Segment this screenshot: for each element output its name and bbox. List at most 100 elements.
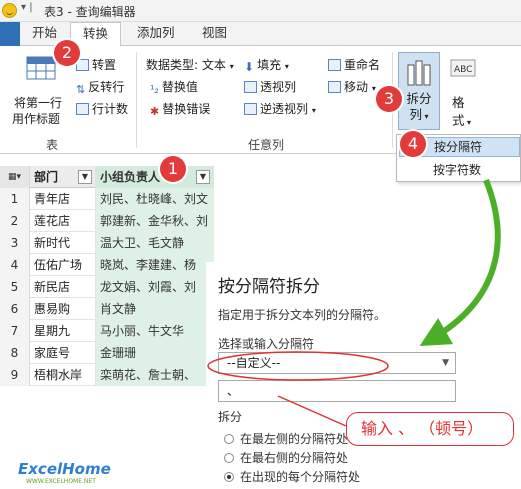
radio-button[interactable] <box>224 434 234 444</box>
table-row[interactable]: 1 青年店 刘民、杜晓峰、刘文 <box>0 188 214 210</box>
cell-dept[interactable]: 惠易购 <box>30 298 96 320</box>
replace-values-icon: ¹₂ <box>150 83 159 96</box>
count-rows-label: 行计数 <box>92 102 129 116</box>
radio-each-label: 在出现的每个分隔符处 <box>240 470 361 484</box>
transpose-button[interactable]: 转置 <box>76 56 116 73</box>
column-filter-icon[interactable]: ▼ <box>196 170 210 184</box>
replace-values-button[interactable]: ¹₂ 替换值 <box>150 78 198 96</box>
fill-icon: ⬇ <box>244 60 255 74</box>
cell-dept[interactable]: 伍佑广场 <box>30 254 96 276</box>
menu-item-by-char-count[interactable]: 按字符数 <box>399 161 520 181</box>
table-header-icon <box>26 56 56 80</box>
cell-members[interactable]: 龙文娟、刘霞、刘 <box>96 276 214 298</box>
dialog-title: 按分隔符拆分 <box>218 277 320 297</box>
quick-access-dropdown[interactable]: ▾ | <box>21 2 33 13</box>
rename-label: 重命名 <box>344 58 381 72</box>
table-row[interactable]: 2 莲花店 郭建新、金华秋、刘 <box>0 210 214 232</box>
cell-dept[interactable]: 莲花店 <box>30 210 96 232</box>
smiley-icon[interactable] <box>2 3 17 18</box>
cell-dept[interactable]: 新时代 <box>30 232 96 254</box>
group-label-any-column: 任意列 <box>248 138 285 152</box>
row-number[interactable]: 5 <box>0 276 30 298</box>
table-row[interactable]: 5 新民店 龙文娟、刘霞、刘 <box>0 276 214 298</box>
radio-leftmost[interactable]: 在最左侧的分隔符处 <box>224 430 348 447</box>
fill-button[interactable]: ⬇ 填充 ▾ <box>244 56 289 74</box>
svg-text:ABC: ABC <box>454 65 472 75</box>
transpose-icon <box>76 59 89 71</box>
row-number[interactable]: 1 <box>0 188 30 210</box>
format-button[interactable]: ABC 格 式 ▾ <box>446 54 480 128</box>
delimiter-select[interactable]: --自定义-- ▼ <box>218 352 456 374</box>
row-number[interactable]: 3 <box>0 232 30 254</box>
cell-members[interactable]: 金珊珊 <box>96 342 214 364</box>
cell-members[interactable]: 刘民、杜晓峰、刘文 <box>96 188 214 210</box>
file-tab[interactable] <box>0 22 20 46</box>
radio-button[interactable] <box>224 453 234 463</box>
reverse-rows-icon: ⇅ <box>76 83 86 96</box>
window-title: 表3 - 查询编辑器 <box>44 5 136 19</box>
cell-members[interactable]: 肖文静 <box>96 298 214 320</box>
cell-dept[interactable]: 新民店 <box>30 276 96 298</box>
chevron-down-icon: ▾ <box>371 84 376 93</box>
radio-button-selected[interactable] <box>224 472 234 482</box>
count-rows-icon <box>76 103 89 115</box>
row-number[interactable]: 6 <box>0 298 30 320</box>
cell-dept[interactable]: 家庭号 <box>30 342 96 364</box>
move-label: 移动 <box>344 80 369 94</box>
step-badge-1: 1 <box>160 156 186 182</box>
move-button[interactable]: 移动 ▾ <box>328 78 376 95</box>
row-number[interactable]: 4 <box>0 254 30 276</box>
table-row[interactable]: 6 惠易购 肖文静 <box>0 298 214 320</box>
row-number[interactable]: 7 <box>0 320 30 342</box>
table-row[interactable]: 7 星期九 马小丽、牛文华 <box>0 320 214 342</box>
pivot-column-button[interactable]: 透视列 <box>244 78 296 95</box>
tab-transform[interactable]: 转换 <box>70 22 122 47</box>
chevron-down-icon: ▾ <box>311 106 316 115</box>
chevron-down-icon: ▾ <box>284 62 289 71</box>
cell-members[interactable]: 温大卫、毛文静 <box>96 232 214 254</box>
ribbon-tabs: 开始 转换 添加列 视图 <box>0 22 521 47</box>
cell-members[interactable]: 马小丽、牛文华 <box>96 320 214 342</box>
table-menu-icon[interactable]: ▦▾ <box>0 166 30 188</box>
column-header-members-label: 小组负责人 <box>100 170 161 184</box>
tab-add-column[interactable]: 添加列 <box>125 22 187 46</box>
table-row[interactable]: 4 伍佑广场 晓岚、李建建、杨 <box>0 254 214 276</box>
cell-dept[interactable]: 梧桐水岸 <box>30 364 96 386</box>
radio-leftmost-label: 在最左侧的分隔符处 <box>240 432 349 446</box>
table-row[interactable]: 8 家庭号 金珊珊 <box>0 342 214 364</box>
cell-members[interactable]: 郭建新、金华秋、刘 <box>96 210 214 232</box>
first-row-header-label-2[interactable]: 用作标题 <box>12 110 60 127</box>
tab-view[interactable]: 视图 <box>190 22 239 46</box>
cell-dept[interactable]: 青年店 <box>30 188 96 210</box>
data-type-label: 数据类型: 文本 <box>146 58 226 72</box>
rename-button[interactable]: 重命名 <box>328 56 380 73</box>
row-number[interactable]: 2 <box>0 210 30 232</box>
data-type-dropdown[interactable]: 数据类型: 文本 ▾ <box>146 56 234 73</box>
cell-members[interactable]: 栾萌花、詹士朝、 <box>96 364 214 386</box>
radio-rightmost[interactable]: 在最右侧的分隔符处 <box>224 449 348 466</box>
reverse-rows-button[interactable]: ⇅ 反转行 <box>76 78 124 96</box>
cell-members[interactable]: 晓岚、李建建、杨 <box>96 254 214 276</box>
replace-errors-button[interactable]: ✱ 替换错误 <box>150 100 210 118</box>
unpivot-columns-button[interactable]: 逆透视列 ▾ <box>244 100 316 117</box>
split-column-button[interactable]: 拆分 列 ▾ <box>398 52 440 130</box>
cell-dept[interactable]: 星期九 <box>30 320 96 342</box>
unpivot-icon <box>244 103 257 115</box>
delimiter-select-value: --自定义-- <box>227 356 281 370</box>
row-number[interactable]: 8 <box>0 342 30 364</box>
column-filter-icon[interactable]: ▼ <box>78 170 92 184</box>
column-header-members[interactable]: 小组负责人 ▼ <box>96 166 214 188</box>
table-row[interactable]: 3 新时代 温大卫、毛文静 <box>0 232 214 254</box>
custom-delimiter-input[interactable]: 、 <box>218 380 456 402</box>
radio-each[interactable]: 在出现的每个分隔符处 <box>224 468 360 485</box>
count-rows-button[interactable]: 行计数 <box>76 100 128 117</box>
first-row-header-button[interactable] <box>26 56 56 83</box>
column-header-dept[interactable]: 部门 ▼ <box>30 166 96 188</box>
table-row[interactable]: 9 梧桐水岸 栾萌花、詹士朝、 <box>0 364 214 386</box>
column-header-dept-label: 部门 <box>34 170 59 184</box>
first-row-header-label[interactable]: 将第一行 <box>14 94 62 111</box>
chevron-down-icon: ▾ <box>229 62 234 71</box>
row-number[interactable]: 9 <box>0 364 30 386</box>
fill-label: 填充 <box>257 58 282 72</box>
step-badge-4: 4 <box>400 131 426 157</box>
